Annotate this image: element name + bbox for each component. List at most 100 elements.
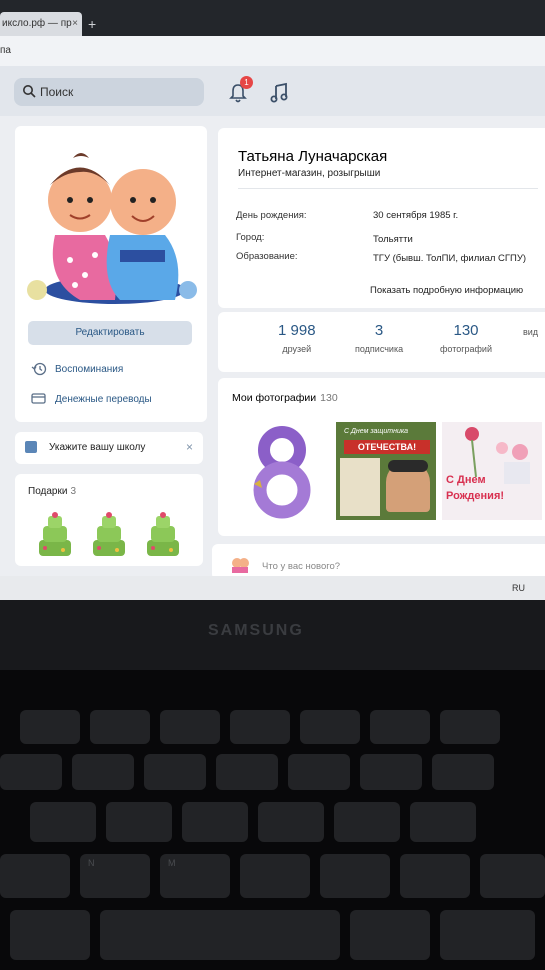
photo-caption-banner: ОТЕЧЕСТВА! — [344, 440, 430, 454]
info-label-city: Город: — [236, 232, 265, 243]
address-bar[interactable]: па — [0, 36, 545, 67]
photos-title[interactable]: Мои фотографии 130 — [232, 392, 338, 404]
spacebar-key[interactable] — [100, 910, 340, 960]
stats-card: 1 998 друзей 3 подписчика 130 фотографий… — [218, 312, 545, 372]
browser-tab[interactable]: иксло.рф — пр × — [0, 12, 82, 36]
stat-label: друзей — [282, 344, 312, 354]
gift-cake-icon[interactable] — [87, 510, 131, 560]
profile-name: Татьяна Луначарская — [238, 148, 388, 165]
keyboard-key[interactable] — [90, 710, 150, 744]
photos-title-text: Мои фотографии — [232, 392, 317, 404]
photos-count: 130 — [320, 392, 338, 404]
stat-photos[interactable]: 130 фотографий — [440, 322, 492, 354]
keyboard-key[interactable] — [106, 802, 172, 842]
notification-badge: 1 — [240, 76, 253, 89]
user-avatar-small — [232, 558, 249, 573]
gifts-title[interactable]: Подарки 3 — [28, 486, 76, 497]
keyboard-key[interactable] — [240, 854, 310, 898]
photo-thumbnail[interactable] — [224, 422, 334, 520]
gifts-card: Подарки 3 — [15, 474, 203, 566]
keyboard-key[interactable] — [216, 754, 278, 790]
sidebar-item-label: Денежные переводы — [55, 393, 152, 405]
stat-number: 3 — [374, 322, 384, 339]
info-label-birthday: День рождения: — [236, 210, 307, 221]
key-n[interactable]: N — [80, 854, 150, 898]
search-icon — [23, 85, 36, 98]
laptop-brand-logo: SAMSUNG — [208, 622, 304, 639]
keyboard-key[interactable] — [400, 854, 470, 898]
keyboard-key[interactable] — [0, 854, 70, 898]
profile-status: Интернет-магазин, розыгрыши — [238, 168, 381, 179]
gift-cake-icon[interactable] — [33, 510, 77, 560]
search-input[interactable]: Поиск — [14, 78, 204, 106]
keyboard-key[interactable] — [144, 754, 206, 790]
close-icon[interactable]: × — [186, 440, 193, 454]
keyboard-key[interactable] — [160, 710, 220, 744]
keyboard-key[interactable] — [30, 802, 96, 842]
key-m[interactable]: M — [160, 854, 230, 898]
monitor-screen: иксло.рф — пр × + па Поиск 1 Редактирова… — [0, 0, 545, 600]
tab-close-icon[interactable]: × — [72, 12, 78, 36]
flowers-image — [465, 427, 530, 484]
stat-videos[interactable]: вид — [523, 322, 538, 337]
key-label: M — [168, 858, 176, 868]
keyboard-key[interactable] — [20, 710, 80, 744]
keyboard-key[interactable] — [432, 754, 494, 790]
info-value-city[interactable]: Тольятти — [373, 234, 413, 245]
new-tab-button[interactable]: + — [88, 16, 96, 32]
keyboard-key[interactable] — [440, 710, 500, 744]
stat-label: вид — [523, 327, 539, 337]
stat-label: подписчика — [355, 344, 404, 354]
photo-caption-top: С Днем защитника — [344, 428, 409, 435]
language-indicator[interactable]: RU — [512, 583, 525, 593]
info-label-education: Образование: — [236, 251, 298, 262]
info-value-education[interactable]: ТГУ (бывш. ТолПИ, филиал СГПУ) — [373, 253, 526, 264]
stat-followers[interactable]: 3 подписчика — [355, 322, 403, 354]
info-value-birthday[interactable]: 30 сентября 1985 г. — [373, 210, 458, 221]
photo-poem-block — [340, 458, 380, 516]
keyboard-key[interactable] — [300, 710, 360, 744]
sidebar-item-transfers[interactable]: Денежные переводы — [31, 392, 152, 406]
search-placeholder: Поиск — [40, 85, 74, 99]
show-more-info-link[interactable]: Показать подробную информацию — [370, 285, 523, 296]
divider — [238, 188, 538, 189]
keyboard-key[interactable] — [182, 802, 248, 842]
profile-info-card: Татьяна Луначарская Интернет-магазин, ро… — [218, 128, 545, 308]
keyboard-key[interactable] — [0, 754, 62, 790]
new-post-input[interactable]: Что у вас нового? — [262, 561, 340, 572]
stat-label: фотографий — [440, 344, 492, 354]
school-prompt: Укажите вашу школу — [49, 442, 146, 453]
keyboard-key[interactable] — [480, 854, 545, 898]
edit-profile-button[interactable]: Редактировать — [28, 321, 192, 345]
sidebar-item-memories[interactable]: Воспоминания — [31, 362, 123, 376]
keyboard-key[interactable] — [440, 910, 535, 960]
music-icon[interactable] — [270, 82, 288, 104]
keyboard-key[interactable] — [410, 802, 476, 842]
gift-cake-icon[interactable] — [141, 510, 185, 560]
os-taskbar: RU — [0, 576, 545, 600]
keyboard-key[interactable] — [10, 910, 90, 960]
laptop-bezel: SAMSUNG — [0, 600, 545, 670]
keyboard-key[interactable] — [72, 754, 134, 790]
photo-thumbnail[interactable]: С Днем защитника ОТЕЧЕСТВА! — [336, 422, 436, 520]
key-label: N — [88, 858, 95, 868]
photo-caption-birthday: С Днем Рождения! — [446, 474, 505, 502]
keyboard-key[interactable] — [360, 754, 422, 790]
keyboard-key[interactable] — [230, 710, 290, 744]
keyboard-key[interactable] — [334, 802, 400, 842]
school-card[interactable]: Укажите вашу школу × — [15, 432, 203, 464]
card-transfer-icon — [31, 393, 46, 404]
stat-friends[interactable]: 1 998 друзей — [278, 322, 316, 354]
profile-avatar[interactable] — [25, 140, 197, 310]
keyboard-key[interactable] — [288, 754, 350, 790]
keyboard-key[interactable] — [350, 910, 430, 960]
laptop-keyboard: N M — [0, 670, 545, 970]
keyboard-key[interactable] — [258, 802, 324, 842]
tab-title: иксло.рф — пр — [2, 18, 72, 29]
keyboard-key[interactable] — [320, 854, 390, 898]
keyboard-key[interactable] — [370, 710, 430, 744]
photo-thumbnail[interactable]: С Днем Рождения! — [442, 422, 542, 520]
clock-back-icon — [31, 362, 47, 376]
browser-tab-bar: иксло.рф — пр × + — [0, 0, 545, 36]
new-post-card[interactable]: Что у вас нового? — [212, 544, 545, 580]
